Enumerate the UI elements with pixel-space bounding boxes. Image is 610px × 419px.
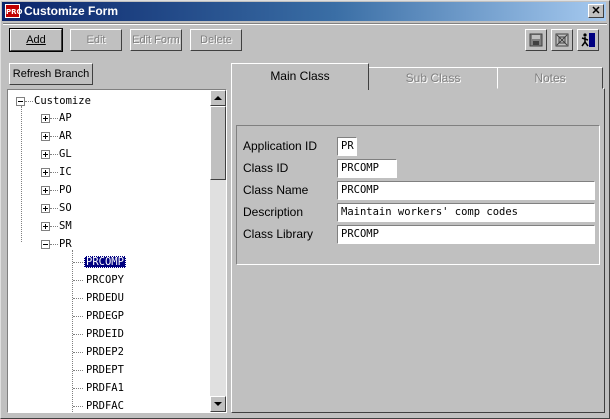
tree-expand-icon[interactable] (41, 222, 50, 231)
refresh-branch-button[interactable]: Refresh Branch (9, 63, 93, 85)
exit-button[interactable] (577, 29, 599, 51)
tree-collapse-icon[interactable] (16, 97, 25, 106)
floppy-disk-icon (529, 33, 543, 47)
reset-grid-icon (555, 33, 569, 47)
tree-connector (73, 280, 83, 282)
tree-collapse-icon[interactable] (41, 240, 50, 249)
tree-connector (73, 406, 83, 408)
edit-form-button[interactable]: Edit Form (130, 29, 182, 51)
close-button[interactable]: ✕ (588, 4, 604, 18)
tree-connector (73, 352, 83, 354)
tree-connector (50, 208, 58, 210)
app-logo-icon: PRO (5, 4, 22, 18)
tree-node-prcopy[interactable]: PRCOPY (86, 272, 124, 288)
reset-button[interactable] (551, 29, 573, 51)
scroll-down-button[interactable] (210, 396, 226, 412)
tree-expand-icon[interactable] (41, 204, 50, 213)
tree-connector (50, 118, 58, 120)
customize-form-window: PRO Customize Form ✕ Add Edit Edit Form … (0, 0, 610, 419)
tree-node-so[interactable]: SO (59, 200, 72, 216)
tree-expand-icon[interactable] (41, 114, 50, 123)
tree-expand-icon[interactable] (41, 168, 50, 177)
tree-node-ap[interactable]: AP (59, 110, 72, 126)
class-name-label: Class Name (243, 183, 309, 197)
tree-expand-icon[interactable] (41, 186, 50, 195)
exit-door-icon (581, 33, 595, 47)
tab-sub-class[interactable]: Sub Class (368, 67, 498, 89)
tree-node-prdep2[interactable]: PRDEP2 (86, 344, 124, 360)
application-id-label: Application ID (243, 139, 318, 153)
tree-scrollbar[interactable] (210, 90, 226, 412)
tree-connector (73, 262, 83, 264)
scroll-thumb[interactable] (210, 106, 226, 180)
application-id-field[interactable]: PR (337, 137, 357, 156)
tree-connector (50, 172, 58, 174)
arrow-down-icon (214, 402, 222, 406)
class-id-field[interactable]: PRCOMP (337, 159, 397, 178)
tree-node-prdegp[interactable]: PRDEGP (86, 308, 124, 324)
customize-tree: Customize AP AR GL IC PO SO SM PR PRCOMP… (7, 89, 227, 413)
close-icon: ✕ (591, 5, 601, 17)
tree-node-ar[interactable]: AR (59, 128, 72, 144)
tree-node-label: PRCOMP (84, 256, 126, 268)
class-library-label: Class Library (243, 227, 314, 241)
class-name-field[interactable]: PRCOMP (337, 181, 595, 200)
class-id-label: Class ID (243, 161, 289, 175)
main-class-panel: Application ID PR Class ID PRCOMP Class … (231, 88, 605, 413)
tree-connector (73, 370, 83, 372)
description-field[interactable]: Maintain workers' comp codes (337, 203, 595, 222)
scroll-up-button[interactable] (210, 90, 226, 106)
tree-node-sm[interactable]: SM (59, 218, 72, 234)
tree-expand-icon[interactable] (41, 150, 50, 159)
save-button[interactable] (525, 29, 547, 51)
add-button[interactable]: Add (9, 28, 63, 52)
tree-node-customize[interactable]: Customize (34, 93, 91, 109)
tree-node-prdept[interactable]: PRDEPT (86, 362, 124, 378)
add-button-label: Add (26, 34, 46, 46)
tab-control: Application ID PR Class ID PRCOMP Class … (231, 63, 605, 413)
tree-connector (73, 298, 83, 300)
tree-connector (73, 388, 83, 390)
tree-node-gl[interactable]: GL (59, 146, 72, 162)
tree-node-prdedu[interactable]: PRDEDU (86, 290, 124, 306)
delete-button[interactable]: Delete (190, 29, 242, 51)
toolbar-divider (3, 23, 607, 25)
tree-content: Customize AP AR GL IC PO SO SM PR PRCOMP… (8, 90, 208, 412)
tree-connector (50, 226, 58, 228)
tab-main-class[interactable]: Main Class (231, 63, 369, 90)
window-title: Customize Form (24, 4, 119, 18)
tree-node-ic[interactable]: IC (59, 164, 72, 180)
tree-connector (50, 244, 58, 246)
tree-node-po[interactable]: PO (59, 182, 72, 198)
tree-node-pr[interactable]: PR (59, 236, 72, 252)
tree-connector (50, 190, 58, 192)
class-library-field[interactable]: PRCOMP (337, 225, 595, 244)
tree-node-prcomp[interactable]: PRCOMP (84, 254, 126, 270)
description-label: Description (243, 205, 304, 219)
class-details-group: Application ID PR Class ID PRCOMP Class … (236, 125, 600, 265)
tree-node-prdeid[interactable]: PRDEID (86, 326, 124, 342)
tree-expand-icon[interactable] (41, 132, 50, 141)
tree-connector (25, 101, 33, 103)
tree-connector (50, 136, 58, 138)
tree-node-prdfac[interactable]: PRDFAC (86, 398, 124, 412)
tree-connector (73, 316, 83, 318)
tree-connector (21, 106, 23, 242)
tree-node-prdfa1[interactable]: PRDFA1 (86, 380, 124, 396)
tab-notes[interactable]: Notes (497, 67, 603, 89)
tree-connector (73, 334, 83, 336)
tree-connector (50, 154, 58, 156)
title-bar: PRO Customize Form ✕ (2, 2, 606, 21)
arrow-up-icon (214, 96, 222, 100)
edit-button[interactable]: Edit (70, 29, 122, 51)
